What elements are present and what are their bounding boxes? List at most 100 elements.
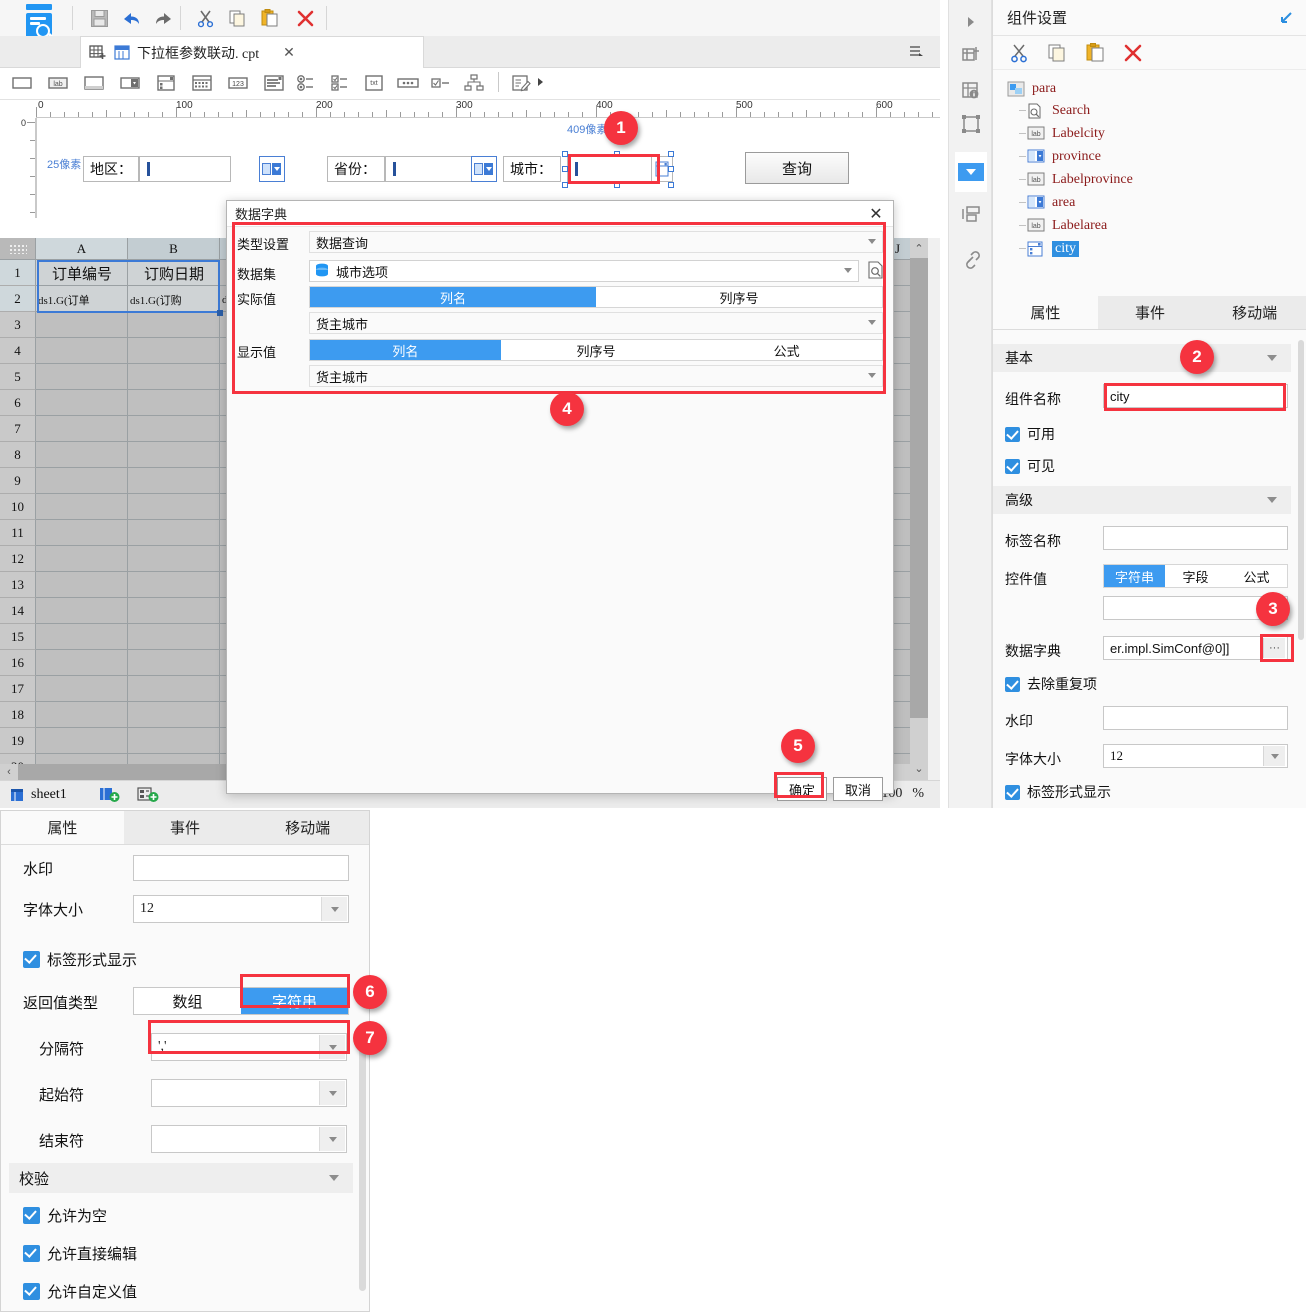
undo-icon[interactable] <box>118 5 144 31</box>
row-header-12[interactable]: 12 <box>0 546 36 572</box>
chevron-down-icon[interactable] <box>321 897 347 921</box>
column-header-b[interactable]: B <box>128 238 220 260</box>
cell-b2[interactable]: ds1.G(订购 <box>130 287 218 312</box>
dialog-close-icon[interactable]: ✕ <box>867 205 885 223</box>
row-header-14[interactable]: 14 <box>0 598 36 624</box>
button-widget-icon[interactable] <box>396 72 420 96</box>
table-cell[interactable] <box>36 312 128 338</box>
bottom-tab-properties[interactable]: 属性 <box>1 811 124 844</box>
chevron-down-icon[interactable] <box>319 1127 345 1151</box>
table-cell[interactable] <box>128 390 220 416</box>
save-icon[interactable] <box>86 5 112 31</box>
table-cell[interactable] <box>128 364 220 390</box>
watermark-input[interactable] <box>1103 706 1288 730</box>
table-cell[interactable] <box>36 728 128 754</box>
row-header-19[interactable]: 19 <box>0 728 36 754</box>
table-cell[interactable] <box>128 338 220 364</box>
display-value-seg-formula[interactable]: 公式 <box>691 340 882 360</box>
cut-icon[interactable] <box>192 5 218 31</box>
control-value-seg-string[interactable]: 字符串 <box>1104 565 1165 587</box>
tree-node-province[interactable]: province <box>1027 146 1101 168</box>
table-cell[interactable] <box>128 572 220 598</box>
actual-value-field-select[interactable]: 货主城市 <box>309 312 883 334</box>
combobox-area[interactable] <box>139 156 231 182</box>
font-size-select[interactable]: 12 <box>1103 744 1288 768</box>
add-sheet-icon[interactable] <box>99 786 121 804</box>
paste-icon[interactable] <box>256 5 282 31</box>
label-city[interactable]: 城市： <box>503 156 561 182</box>
bottom-start-char-select[interactable] <box>151 1079 347 1107</box>
treebox-widget-icon[interactable] <box>462 72 486 96</box>
row-header-17[interactable]: 17 <box>0 676 36 702</box>
tree-node-search[interactable]: Search <box>1027 100 1090 122</box>
add-form-icon[interactable] <box>137 786 159 804</box>
text-widget-icon[interactable]: txt <box>362 72 386 96</box>
bottom-panel-scrollbar[interactable] <box>359 1041 366 1291</box>
sheet-scroll-up-button[interactable]: ⌃ <box>910 238 928 258</box>
bottom-return-type-segment-control[interactable]: 数组 字符串 <box>133 987 349 1015</box>
return-type-seg-array[interactable]: 数组 <box>134 988 241 1014</box>
sheet-vertical-scrollbar[interactable] <box>910 258 928 758</box>
checkbox-dedupe[interactable]: 去除重复项 <box>1005 674 1097 694</box>
row-header-15[interactable]: 15 <box>0 624 36 650</box>
row-header-3[interactable]: 3 <box>0 312 36 338</box>
tab-events[interactable]: 事件 <box>1097 296 1203 329</box>
tree-node-city[interactable]: city <box>1027 238 1079 260</box>
table-cell[interactable] <box>128 598 220 624</box>
checkboxgroup-widget-icon[interactable] <box>328 72 352 96</box>
data-dictionary-input[interactable]: er.impl.SimConf@0]] ··· <box>1103 636 1288 660</box>
row-header-4[interactable]: 4 <box>0 338 36 364</box>
bottom-checkbox-label-display[interactable]: 标签形式显示 <box>23 949 137 970</box>
table-cell[interactable] <box>36 442 128 468</box>
tree-cut-icon[interactable] <box>1007 41 1031 65</box>
label-widget-icon[interactable]: lab <box>46 72 70 96</box>
listbox-widget-icon[interactable] <box>262 72 286 96</box>
table-cell[interactable] <box>128 468 220 494</box>
combobox-widget-icon[interactable] <box>118 72 142 96</box>
table-cell[interactable] <box>36 702 128 728</box>
tab-properties[interactable]: 属性 <box>993 296 1098 329</box>
new-sheet-icon[interactable] <box>89 44 107 62</box>
table-cell[interactable] <box>128 442 220 468</box>
tree-node-labelcity[interactable]: lab Labelcity <box>1027 123 1105 145</box>
selection-handle[interactable] <box>562 151 568 157</box>
sheet-tab-label[interactable]: sheet1 <box>31 787 67 803</box>
table-cell[interactable] <box>36 338 128 364</box>
table-cell[interactable] <box>36 390 128 416</box>
dialog-ok-button[interactable]: 确定 <box>777 777 827 801</box>
row-header-8[interactable]: 8 <box>0 442 36 468</box>
row-header-1[interactable]: 1 <box>0 260 36 286</box>
tree-paste-icon[interactable] <box>1083 41 1107 65</box>
dialog-cancel-button[interactable]: 取消 <box>833 777 883 801</box>
cell-a1[interactable]: 订单编号 <box>38 261 126 286</box>
selection-handle[interactable] <box>614 151 620 157</box>
table-cell[interactable] <box>128 416 220 442</box>
row-header-16[interactable]: 16 <box>0 650 36 676</box>
section-advanced[interactable]: 高级 <box>993 486 1291 514</box>
display-value-seg-column-name[interactable]: 列名 <box>310 340 501 360</box>
table-cell[interactable] <box>128 624 220 650</box>
tree-node-para[interactable]: para <box>1007 78 1056 100</box>
file-tab[interactable]: 下拉框参数联动. cpt ✕ <box>80 36 424 68</box>
datepicker-widget-icon[interactable] <box>190 72 214 96</box>
cell-a2[interactable]: ds1.G(订单 <box>38 287 126 312</box>
sheet-corner-select-all[interactable] <box>0 238 36 260</box>
selection-handle[interactable] <box>668 151 674 157</box>
selection-handle[interactable] <box>668 182 674 188</box>
bottom-section-validation[interactable]: 校验 <box>9 1163 353 1193</box>
hyperlink-icon[interactable] <box>955 244 987 276</box>
table-cell[interactable] <box>36 572 128 598</box>
table-cell[interactable] <box>36 676 128 702</box>
bottom-watermark-input[interactable] <box>133 855 349 881</box>
chevron-down-icon[interactable] <box>319 1081 345 1105</box>
cell-element-icon[interactable] <box>955 74 987 106</box>
dataset-preview-icon[interactable] <box>867 261 885 279</box>
actual-value-seg-column-index[interactable]: 列序号 <box>596 287 882 307</box>
tag-name-input[interactable] <box>1103 526 1288 550</box>
label-area[interactable]: 地区： <box>83 156 139 182</box>
control-value-seg-formula[interactable]: 公式 <box>1226 565 1287 587</box>
bottom-end-char-select[interactable] <box>151 1125 347 1153</box>
layout-icon[interactable] <box>955 198 987 230</box>
delete-icon[interactable] <box>292 5 318 31</box>
table-cell[interactable] <box>36 546 128 572</box>
